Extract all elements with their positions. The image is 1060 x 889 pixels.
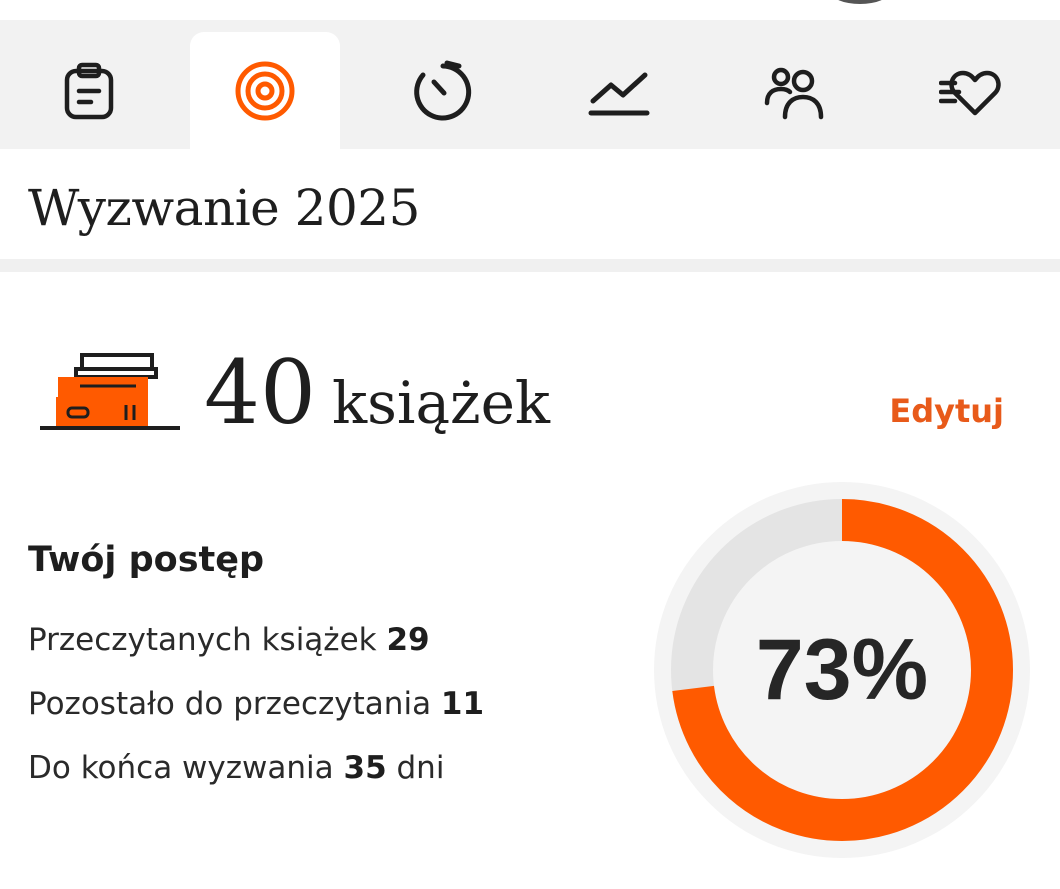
tab-challenge[interactable]: [190, 32, 340, 149]
section-divider: [0, 259, 1060, 272]
clipboard-icon: [64, 62, 114, 119]
stat-remaining-label: Pozostało do przeczytania: [28, 686, 432, 722]
stat-days-label: Do końca wyzwania: [28, 750, 334, 786]
tab-notes[interactable]: [14, 32, 164, 149]
title-row: Wyzwanie 2025: [0, 149, 1060, 259]
target-icon: [235, 61, 295, 120]
goal-unit: książek: [332, 369, 551, 437]
tab-stats[interactable]: [544, 32, 694, 149]
stat-remaining: Pozostało do przeczytania 11: [28, 686, 484, 722]
tab-bar: [0, 20, 1060, 149]
goal-count: 40: [204, 341, 316, 444]
stat-remaining-value: 11: [440, 686, 485, 722]
tab-timer[interactable]: [368, 32, 518, 149]
stat-read: Przeczytanych książek 29: [28, 622, 430, 658]
progress-percent: 73%: [755, 621, 929, 718]
avatar-edge: [830, 0, 890, 4]
heart-speed-icon: [939, 70, 1001, 115]
stat-days-value: 35: [343, 750, 387, 786]
tab-friends[interactable]: [720, 32, 870, 149]
books-stack-icon: [40, 353, 180, 430]
stat-read-value: 29: [386, 622, 430, 658]
people-icon: [764, 67, 824, 119]
stat-days: Do końca wyzwania 35 dni: [28, 750, 444, 786]
timer-icon: [414, 60, 472, 120]
edit-button[interactable]: Edytuj: [889, 392, 1004, 430]
tab-favorites[interactable]: [896, 32, 1046, 149]
stat-read-label: Przeczytanych książek: [28, 622, 377, 658]
progress-heading: Twój postęp: [28, 540, 265, 580]
trend-chart-icon: [588, 72, 650, 115]
stat-days-unit: dni: [396, 750, 445, 786]
page-title: Wyzwanie 2025: [28, 179, 420, 237]
